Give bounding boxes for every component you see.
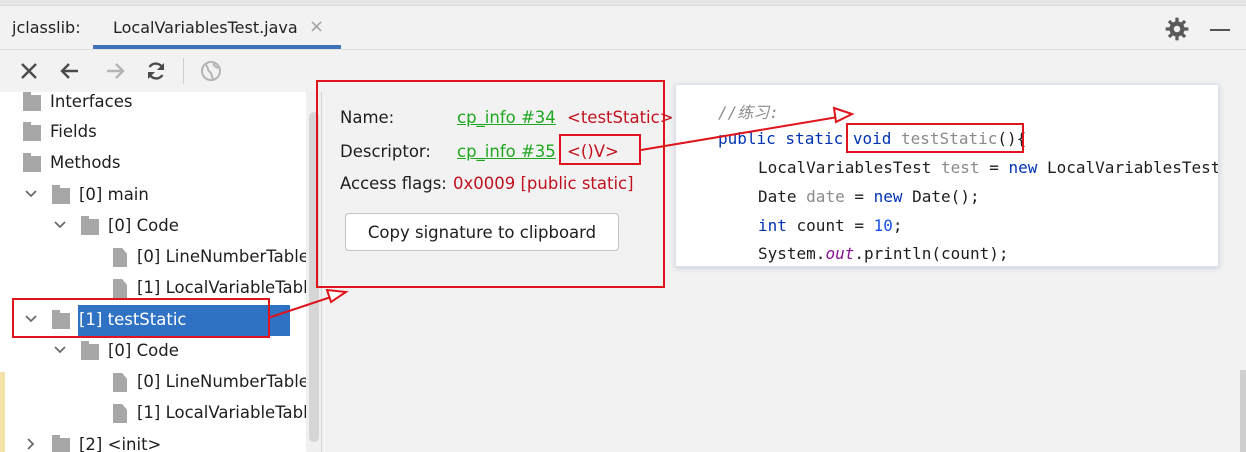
tree-item-main-localvariabletable[interactable]: [1] LocalVariableTable: [0, 273, 318, 304]
code-static-field: out: [825, 244, 855, 263]
code-paren: (){: [997, 129, 1027, 148]
tree-item-label: [1] LocalVariableTable: [137, 278, 318, 297]
class-structure-tree: Interfaces Fields Methods [0] main [0] C…: [0, 92, 322, 452]
tree-item-main[interactable]: [0] main: [0, 180, 306, 211]
tab-localvariablestest[interactable]: LocalVariablesTest.java ×: [93, 6, 341, 49]
minimize-icon[interactable]: [1210, 29, 1230, 31]
code-line-2: LocalVariablesTest test = new LocalVaria…: [758, 158, 1219, 177]
scrollbar-thumb[interactable]: [309, 112, 319, 442]
code-number: 10: [873, 216, 893, 235]
tree-item-label: [0] LineNumberTable: [137, 372, 309, 391]
tree-item-label: [2] <init>: [79, 435, 162, 452]
close-icon[interactable]: [17, 59, 41, 83]
descriptor-cp-link[interactable]: cp_info #35: [457, 142, 556, 161]
tree-item-label: Fields: [50, 122, 97, 141]
tree-item-teststatic-selected[interactable]: [1] testStatic: [78, 305, 290, 336]
arrow-left-icon[interactable]: [58, 59, 82, 83]
code-expression: LocalVariablesTest();: [1047, 158, 1219, 177]
tool-window-title: jclasslib:: [12, 18, 81, 37]
code-semicolon: ;: [892, 216, 903, 235]
code-line-signature: public static void testStatic(){: [718, 129, 1026, 148]
code-method-name: testStatic: [891, 129, 998, 148]
code-variable: date: [806, 187, 845, 206]
tool-window-header: jclasslib: LocalVariablesTest.java ×: [0, 6, 1246, 50]
refresh-icon[interactable]: [144, 59, 168, 83]
tab-label: LocalVariablesTest.java: [113, 18, 298, 37]
tree-item-main-linenumbertable[interactable]: [0] LineNumberTable: [0, 242, 309, 273]
close-tab-icon[interactable]: ×: [309, 16, 324, 37]
file-icon: [113, 404, 127, 423]
code-line-3: Date date = new Date();: [758, 187, 980, 206]
file-icon: [113, 373, 127, 392]
code-line-5: System.out.println(count);: [758, 244, 1008, 263]
editor-gutter-stripe: [0, 372, 5, 452]
code-line-4: int count = 10;: [758, 216, 903, 235]
tree-item-label: [0] main: [79, 185, 149, 204]
name-value: <testStatic>: [567, 108, 674, 127]
code-type: LocalVariablesTest: [758, 158, 942, 177]
file-icon: [113, 279, 127, 298]
globe-icon[interactable]: [199, 59, 223, 83]
tree-item-fields[interactable]: Fields: [0, 117, 306, 148]
code-expression: count =: [786, 216, 874, 235]
folder-icon: [23, 122, 41, 141]
code-type: int: [758, 216, 787, 235]
tree-item-label: Interfaces: [50, 92, 133, 111]
code-expression: Date();: [902, 187, 980, 206]
code-operator: =: [979, 158, 1009, 177]
name-label: Name:: [340, 108, 395, 127]
tree-item-init[interactable]: [2] <init>: [0, 430, 306, 452]
right-scroll-edge: [1240, 370, 1246, 452]
access-flags-label: Access flags:: [340, 174, 447, 193]
code-operator: =: [844, 187, 874, 206]
chevron-down-icon[interactable]: [24, 312, 38, 326]
tree-item-label: Methods: [50, 153, 121, 172]
chevron-down-icon[interactable]: [53, 343, 67, 357]
chevron-right-icon[interactable]: [24, 437, 38, 451]
tree-item-methods[interactable]: Methods: [0, 148, 306, 179]
tree-item-main-code[interactable]: [0] Code: [0, 211, 306, 242]
arrow-right-icon[interactable]: [103, 59, 127, 83]
tree-item-label: [1] LocalVariableTable: [137, 403, 318, 422]
tree-item-label: [1] testStatic: [79, 310, 187, 329]
tree-item-label: [0] Code: [108, 216, 179, 235]
code-modifiers: public static: [718, 129, 853, 148]
tree-item-interfaces[interactable]: Interfaces: [0, 92, 306, 118]
code-expression: .println(count);: [854, 244, 1009, 263]
copy-signature-button[interactable]: Copy signature to clipboard: [345, 213, 619, 251]
code-keyword: new: [873, 187, 903, 206]
chevron-down-icon[interactable]: [53, 218, 67, 232]
gear-icon[interactable]: [1164, 16, 1190, 42]
code-type: Date: [758, 187, 807, 206]
folder-icon: [81, 341, 99, 360]
chevron-down-icon[interactable]: [24, 187, 38, 201]
code-return-type: void: [852, 129, 892, 148]
tree-item-teststatic-linenumbertable[interactable]: [0] LineNumberTable: [0, 367, 309, 398]
folder-icon: [52, 435, 70, 452]
descriptor-label: Descriptor:: [340, 142, 431, 161]
code-line-comment: //练习:: [718, 99, 779, 123]
tree-item-teststatic-code[interactable]: [0] Code: [0, 336, 306, 367]
access-flags-value: 0x0009 [public static]: [453, 174, 634, 193]
folder-icon: [23, 92, 41, 111]
code-comment: //练习:: [718, 103, 779, 122]
folder-icon: [81, 216, 99, 235]
folder-icon: [52, 185, 70, 204]
folder-icon: [23, 153, 41, 172]
tree-scrollbar[interactable]: [306, 92, 321, 452]
code-expression: System.: [758, 244, 826, 263]
name-cp-link[interactable]: cp_info #34: [457, 108, 556, 127]
descriptor-value: <()V>: [567, 142, 619, 161]
tree-item-label: [0] Code: [108, 341, 179, 360]
source-code-snippet: //练习: public static void testStatic(){ L…: [675, 84, 1219, 267]
folder-icon: [52, 310, 70, 329]
toolbar-separator: [183, 58, 184, 84]
code-variable: test: [941, 158, 980, 177]
file-icon: [113, 248, 127, 267]
tree-item-label: [0] LineNumberTable: [137, 247, 309, 266]
tree-item-teststatic-localvariabletable[interactable]: [1] LocalVariableTable: [0, 398, 318, 429]
code-keyword: new: [1008, 158, 1038, 177]
